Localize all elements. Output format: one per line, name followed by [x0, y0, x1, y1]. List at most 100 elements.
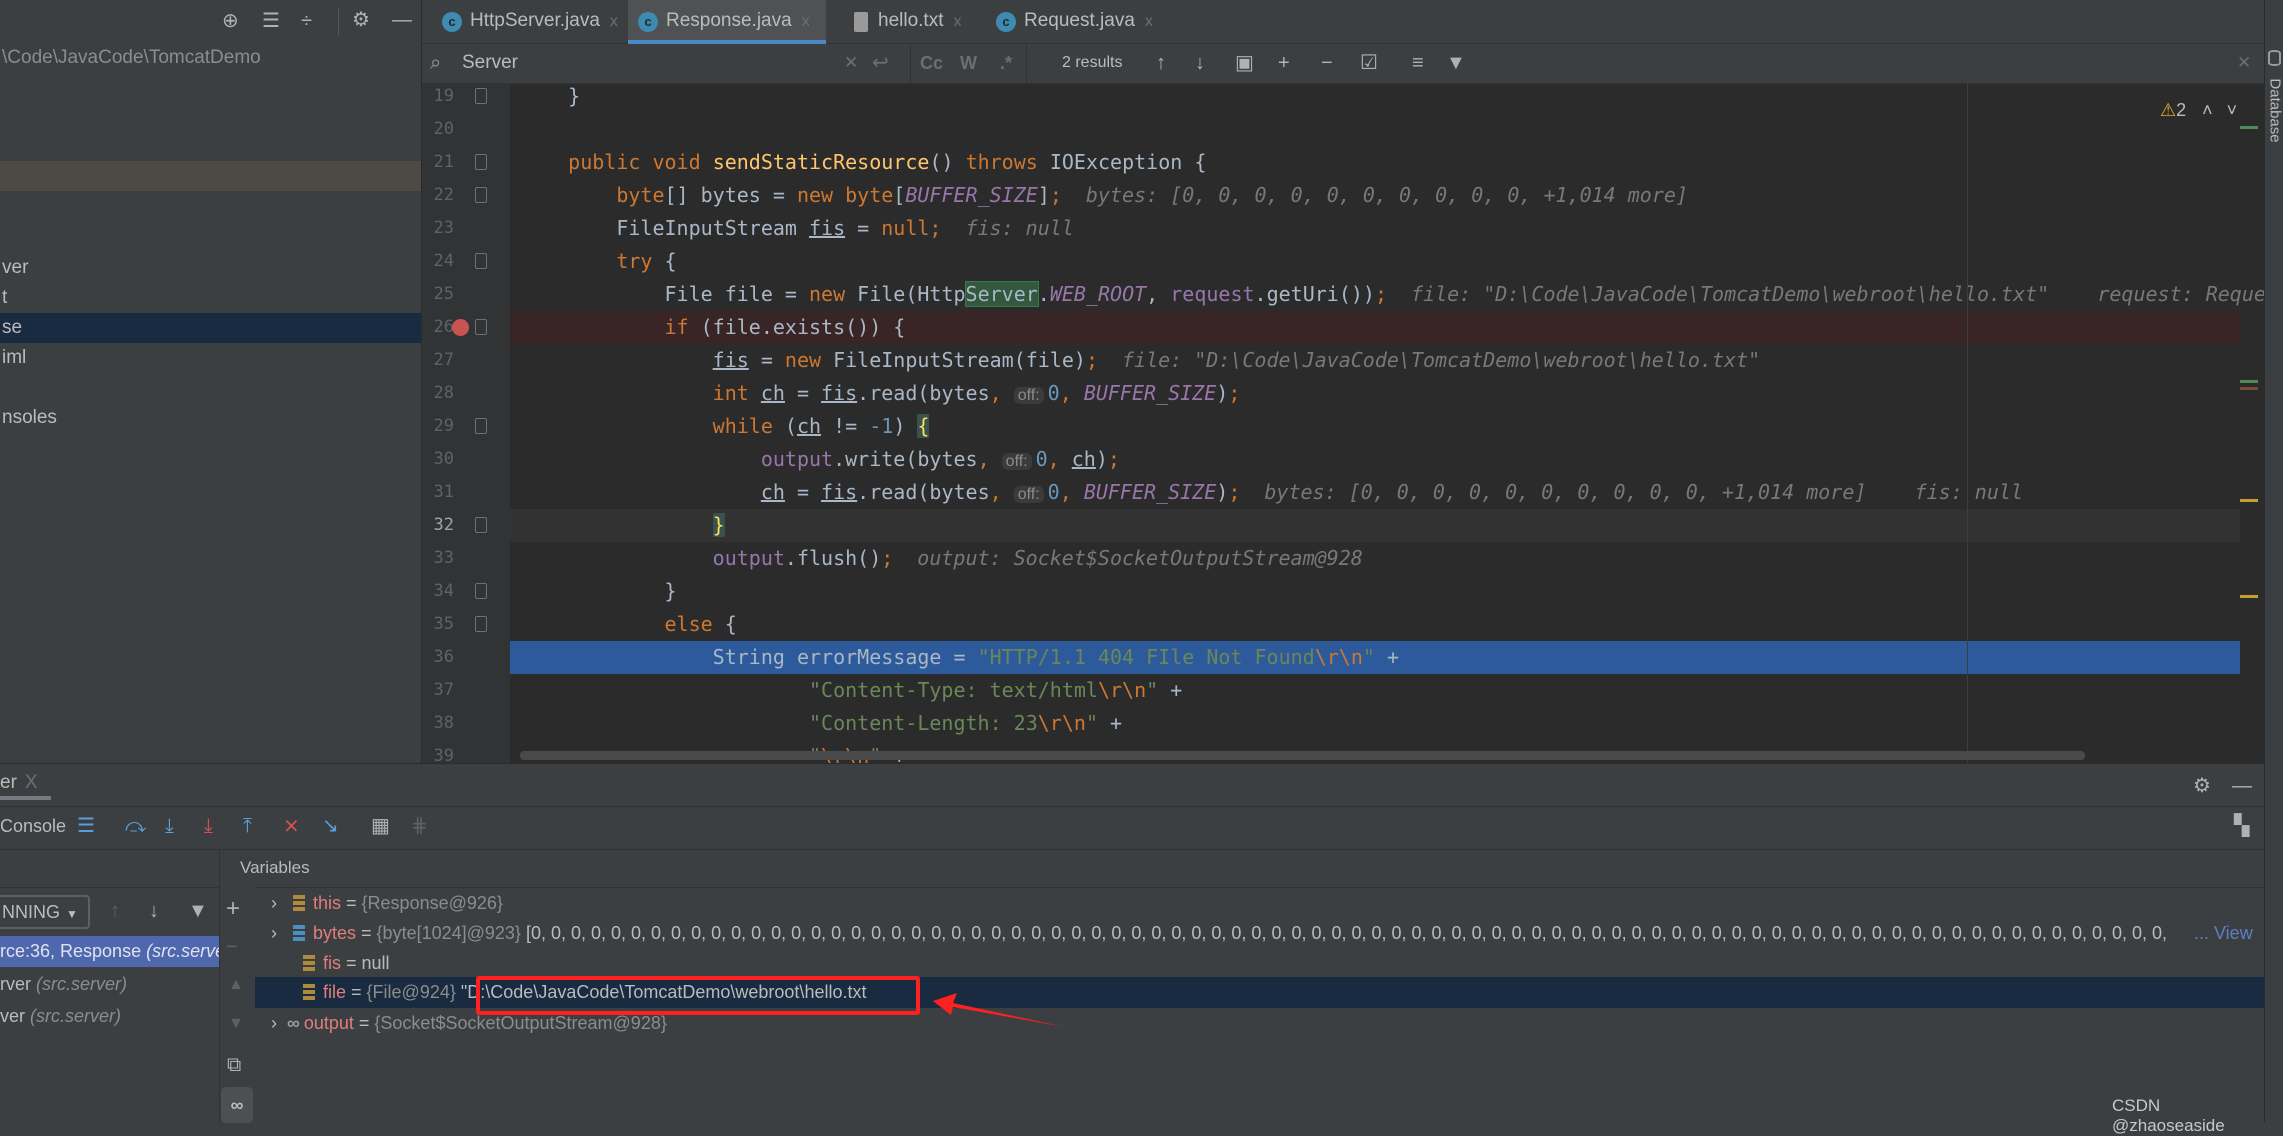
show-watches-toggle[interactable]: ∞ [221, 1087, 253, 1123]
search-input[interactable]: Server [462, 52, 518, 74]
new-watch-icon[interactable]: + [226, 897, 240, 921]
line-number[interactable]: 19 [422, 84, 454, 113]
fold-marker-icon[interactable] [475, 583, 487, 599]
line-number[interactable]: 21 [422, 146, 454, 179]
line-number[interactable]: 22 [422, 179, 454, 212]
tab-hello-txt[interactable]: hello.txt x [840, 0, 986, 44]
minimize-icon[interactable]: — [392, 10, 412, 30]
chevron-right-icon[interactable]: › [271, 923, 277, 943]
view-link[interactable]: ... View [2194, 918, 2253, 948]
line-number[interactable]: 38 [422, 707, 454, 740]
close-debug-tab-icon[interactable]: X [25, 772, 38, 793]
copy-icon[interactable]: ⧉ [227, 1055, 241, 1075]
line-number[interactable]: 29 [422, 410, 454, 443]
code-editor[interactable]: 19 } 20 21 public void sendStaticResource(… [422, 84, 2264, 763]
close-tab-icon[interactable]: x [610, 13, 618, 30]
next-occurrence-icon[interactable]: ↓ [1195, 53, 1205, 73]
fold-marker-icon[interactable] [475, 187, 487, 203]
line-number[interactable]: 20 [422, 113, 454, 146]
line-number[interactable]: 28 [422, 377, 454, 410]
previous-highlight-icon[interactable]: ˄ [2202, 100, 2213, 120]
error-stripe-mark[interactable] [2240, 387, 2258, 390]
frame-row-selected[interactable]: rce:36, Response (src.serve [0, 936, 219, 967]
fold-marker-icon[interactable] [475, 517, 487, 533]
line-number[interactable]: 26 [422, 311, 454, 344]
tree-item[interactable]: nsoles [0, 403, 421, 433]
select-all-occurrences-icon[interactable]: ▣ [1235, 53, 1254, 73]
line-number[interactable]: 35 [422, 608, 454, 641]
line-number[interactable]: 24 [422, 245, 454, 278]
step-over-icon[interactable]: ⤼ [125, 816, 146, 836]
next-highlight-icon[interactable]: ˅ [2227, 100, 2238, 120]
line-number[interactable]: 23 [422, 212, 454, 245]
error-stripe-mark[interactable] [2240, 126, 2258, 129]
close-tab-icon[interactable]: x [1145, 13, 1153, 30]
trace-stream-icon[interactable]: ⋕ [411, 816, 428, 836]
select-occurrences-icon[interactable]: ☑ [1360, 53, 1378, 73]
clear-search-icon[interactable]: ✕ [844, 54, 858, 71]
fold-marker-icon[interactable] [475, 319, 487, 335]
locate-icon[interactable]: ⊕ [222, 11, 239, 31]
fold-marker-icon[interactable] [475, 253, 487, 269]
expand-all-icon[interactable]: ☰ [262, 11, 280, 31]
force-step-into-icon[interactable]: ⤓ [204, 816, 213, 836]
database-tool-button[interactable]: Database [2267, 78, 2283, 142]
thread-selector[interactable]: NNING ▼ [0, 895, 90, 929]
words-toggle[interactable]: W [960, 53, 977, 74]
tab-response-java[interactable]: c Response.java x [628, 0, 826, 44]
gear-icon[interactable]: ⚙ [352, 10, 370, 30]
line-number[interactable]: 27 [422, 344, 454, 377]
evaluate-expression-icon[interactable]: ▦ [371, 816, 390, 836]
filter-icon[interactable]: ▼ [188, 901, 208, 921]
variable-row[interactable]: › bytes = {byte[1024]@923} [0, 0, 0, 0, 0… [255, 918, 2205, 948]
line-number[interactable]: 32 [422, 509, 454, 542]
fold-marker-icon[interactable] [475, 88, 487, 104]
tree-item[interactable]: ver [0, 253, 421, 283]
tree-item-selected[interactable]: se [0, 313, 421, 343]
line-number[interactable]: 31 [422, 476, 454, 509]
previous-occurrence-icon[interactable]: ↑ [1156, 53, 1166, 73]
show-execution-point-icon[interactable]: ☰ [77, 816, 95, 836]
filter-lines-icon[interactable]: ≡ [1412, 53, 1424, 73]
fold-marker-icon[interactable] [475, 418, 487, 434]
layout-icon[interactable]: ▚ [2234, 816, 2249, 836]
step-into-icon[interactable]: ⤓ [165, 816, 174, 836]
minimize-icon[interactable]: — [2232, 776, 2252, 796]
tree-row-highlighted[interactable] [0, 161, 421, 191]
step-out-icon[interactable]: ⤒ [243, 816, 252, 836]
gear-icon[interactable]: ⚙ [2193, 776, 2211, 796]
error-stripe-mark[interactable] [2240, 595, 2258, 598]
close-tab-icon[interactable]: x [802, 13, 810, 30]
line-number[interactable]: 39 [422, 740, 454, 763]
frame-row[interactable]: rver (src.server) [0, 969, 127, 1000]
move-down-icon[interactable]: ▼ [228, 1016, 244, 1032]
error-stripe-mark[interactable] [2240, 380, 2258, 383]
line-number[interactable]: 30 [422, 443, 454, 476]
fold-marker-icon[interactable] [475, 154, 487, 170]
line-number[interactable]: 37 [422, 674, 454, 707]
debug-tab[interactable]: er X [0, 772, 38, 794]
console-tab[interactable]: Console [0, 816, 66, 837]
remove-occurrence-icon[interactable]: − [1321, 53, 1333, 73]
tree-item[interactable]: t [0, 283, 421, 313]
line-number[interactable]: 33 [422, 542, 454, 575]
fold-marker-icon[interactable] [475, 616, 487, 632]
close-find-icon[interactable]: ✕ [2237, 54, 2251, 71]
search-icon[interactable]: ⌕ [430, 53, 441, 73]
inspection-widget[interactable]: ⚠2 ˄ ˅ [2160, 100, 2237, 121]
variable-row[interactable]: › this = {Response@926} [255, 888, 2264, 918]
drop-frame-icon[interactable]: ⨯ [283, 816, 300, 836]
run-to-cursor-icon[interactable]: ↘ [322, 816, 339, 836]
line-number[interactable]: 25 [422, 278, 454, 311]
horizontal-scrollbar[interactable] [520, 751, 2085, 760]
line-number[interactable]: 36 [422, 641, 454, 674]
tab-request-java[interactable]: c Request.java x [986, 0, 1166, 44]
chevron-right-icon[interactable]: › [271, 1013, 277, 1033]
tab-httpserver-java[interactable]: c HttpServer.java x [432, 0, 622, 44]
variable-row[interactable]: fis = null [255, 948, 2264, 978]
previous-frame-icon[interactable]: ↑ [110, 901, 120, 921]
tree-item[interactable]: iml [0, 343, 421, 373]
new-line-icon[interactable]: ↩ [872, 53, 889, 73]
regex-toggle[interactable]: .* [1000, 53, 1012, 74]
breakpoint-icon[interactable] [452, 319, 469, 336]
